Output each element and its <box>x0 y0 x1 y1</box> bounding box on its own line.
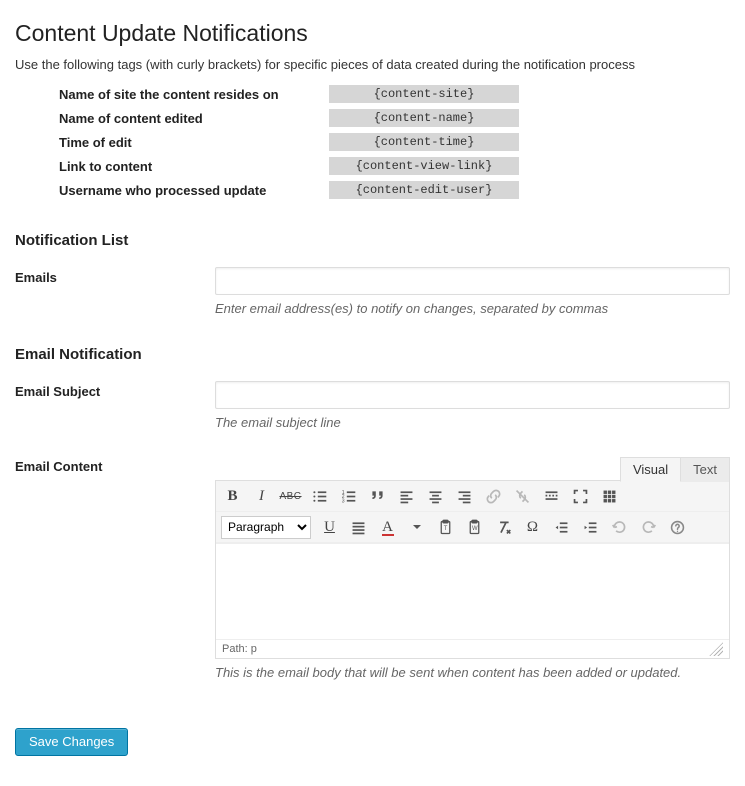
tag-row: Username who processed update {content-e… <box>51 178 527 202</box>
editor-textarea[interactable] <box>216 543 729 639</box>
align-right-icon[interactable] <box>451 483 478 509</box>
toolbar-toggle-icon[interactable] <box>596 483 623 509</box>
page-title: Content Update Notifications <box>15 20 730 47</box>
toolbar-row-1: B I ABC 123 <box>216 481 729 512</box>
tag-row: Time of edit {content-time} <box>51 130 527 154</box>
insert-more-icon[interactable] <box>538 483 565 509</box>
emails-input[interactable] <box>215 267 730 295</box>
toolbar-row-2: Paragraph U A T W <box>216 512 729 543</box>
subject-input[interactable] <box>215 381 730 409</box>
tags-table: Name of site the content resides on {con… <box>51 82 527 202</box>
save-button[interactable]: Save Changes <box>15 728 128 756</box>
redo-icon[interactable] <box>635 514 662 540</box>
bullet-list-icon[interactable] <box>306 483 333 509</box>
unlink-icon[interactable] <box>509 483 536 509</box>
tag-value: {content-site} <box>329 85 519 103</box>
tag-value: {content-name} <box>329 109 519 127</box>
tag-label: Name of content edited <box>51 106 321 130</box>
fullscreen-icon[interactable] <box>567 483 594 509</box>
strikethrough-icon[interactable]: ABC <box>277 483 304 509</box>
svg-text:3: 3 <box>342 498 345 504</box>
intro-text: Use the following tags (with curly brack… <box>15 57 730 72</box>
tag-label: Link to content <box>51 154 321 178</box>
clear-formatting-icon[interactable] <box>490 514 517 540</box>
tag-label: Username who processed update <box>51 178 321 202</box>
subject-description: The email subject line <box>215 415 730 430</box>
svg-text:W: W <box>472 526 478 532</box>
indent-icon[interactable] <box>577 514 604 540</box>
text-color-icon[interactable]: A <box>374 514 401 540</box>
tag-value: {content-view-link} <box>329 157 519 175</box>
align-justify-icon[interactable] <box>345 514 372 540</box>
content-label: Email Content <box>15 456 215 474</box>
align-left-icon[interactable] <box>393 483 420 509</box>
bold-icon[interactable]: B <box>219 483 246 509</box>
resize-handle-icon[interactable] <box>709 642 723 656</box>
email-notification-header: Email Notification <box>15 346 730 363</box>
editor: B I ABC 123 <box>215 480 730 659</box>
tag-label: Name of site the content resides on <box>51 82 321 106</box>
blockquote-icon[interactable] <box>364 483 391 509</box>
help-icon[interactable] <box>664 514 691 540</box>
tag-value: {content-time} <box>329 133 519 151</box>
emails-label: Emails <box>15 267 215 285</box>
text-color-dropdown-icon[interactable] <box>403 514 430 540</box>
notification-list-header: Notification List <box>15 232 730 249</box>
tag-row: Link to content {content-view-link} <box>51 154 527 178</box>
numbered-list-icon[interactable]: 123 <box>335 483 362 509</box>
tag-row: Name of site the content resides on {con… <box>51 82 527 106</box>
tag-label: Time of edit <box>51 130 321 154</box>
outdent-icon[interactable] <box>548 514 575 540</box>
format-select[interactable]: Paragraph <box>221 516 311 539</box>
italic-icon[interactable]: I <box>248 483 275 509</box>
subject-label: Email Subject <box>15 381 215 399</box>
link-icon[interactable] <box>480 483 507 509</box>
editor-path: Path: p <box>222 643 257 655</box>
emails-description: Enter email address(es) to notify on cha… <box>215 301 730 316</box>
tag-value: {content-edit-user} <box>329 181 519 199</box>
undo-icon[interactable] <box>606 514 633 540</box>
tab-text[interactable]: Text <box>681 457 730 482</box>
svg-text:T: T <box>444 526 448 532</box>
tag-row: Name of content edited {content-name} <box>51 106 527 130</box>
special-char-icon[interactable]: Ω <box>519 514 546 540</box>
paste-text-icon[interactable]: T <box>432 514 459 540</box>
align-center-icon[interactable] <box>422 483 449 509</box>
tab-visual[interactable]: Visual <box>620 457 681 482</box>
content-description: This is the email body that will be sent… <box>215 665 730 680</box>
underline-icon[interactable]: U <box>316 514 343 540</box>
paste-word-icon[interactable]: W <box>461 514 488 540</box>
